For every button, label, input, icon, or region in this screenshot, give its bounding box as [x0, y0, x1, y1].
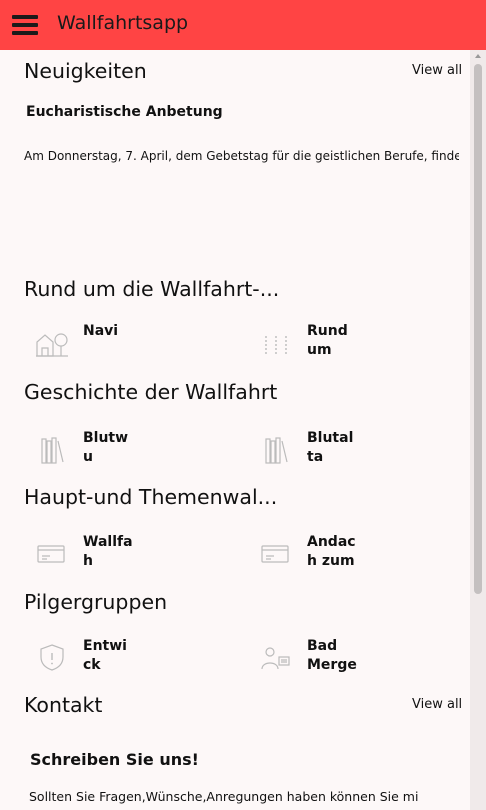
tile-wallfahrt[interactable]: Wallfah [24, 533, 224, 573]
tile-rund-um-die[interactable]: Rund um die [248, 322, 448, 362]
person-desk-icon [261, 647, 290, 670]
tile-blutaltar[interactable]: Blutalta [248, 429, 448, 469]
tile-label: Andach zum [307, 534, 356, 569]
tile-label: Blutalta [307, 430, 354, 465]
tile-label: Bad Mergen [307, 638, 357, 677]
app-bar: Wallfahrtsapp [0, 0, 486, 50]
tile-navi[interactable]: Navi [24, 322, 224, 362]
news-item-body: Am Donnerstag, 7. April, dem Gebetstag f… [24, 149, 459, 163]
tile-blutwunder[interactable]: Blutwu [24, 429, 224, 469]
tile-bad-mergentheim[interactable]: Bad Mergen [248, 637, 448, 677]
news-item-title: Eucharistische Anbetung [26, 104, 223, 120]
books-icon [41, 437, 64, 464]
shield-info-icon [40, 644, 64, 671]
hamburger-menu-icon[interactable] [12, 15, 38, 35]
id-card-icon [37, 545, 65, 563]
tile-entwicklung[interactable]: Entwick [24, 637, 224, 677]
app-title: Wallfahrtsapp [57, 12, 189, 34]
id-card-icon [261, 545, 289, 563]
contact-item-title: Schreiben Sie uns! [30, 750, 199, 769]
contact-section-title: Kontakt [24, 693, 103, 717]
tile-label: Navi [83, 323, 119, 339]
news-section-title: Neuigkeiten [24, 59, 147, 83]
dotted-list-icon [265, 336, 287, 356]
house-tree-icon [36, 333, 68, 357]
main-content: Neuigkeiten View all Eucharistische Anbe… [0, 50, 470, 810]
contact-view-all-link[interactable]: View all [412, 697, 462, 712]
section-title-pilgergruppen[interactable]: Pilgergruppen [24, 590, 167, 614]
section-title-rund-um[interactable]: Rund um die Wallfahrt-... [24, 277, 279, 301]
books-icon [265, 437, 288, 464]
tile-label: Blutwu [83, 430, 129, 465]
tile-label: Wallfah [83, 534, 133, 569]
scroll-up-arrow-icon[interactable] [475, 54, 481, 58]
section-title-geschichte[interactable]: Geschichte der Wallfahrt [24, 380, 277, 404]
vertical-scrollbar[interactable] [470, 50, 486, 810]
contact-item-body: Sollten Sie Fragen,Wünsche,Anregungen ha… [29, 789, 419, 804]
news-view-all-link[interactable]: View all [412, 63, 462, 78]
tile-andacht-zum[interactable]: Andach zum [248, 533, 448, 573]
tile-label: Entwick [83, 638, 127, 673]
tile-label: Rund um die [307, 323, 348, 362]
scroll-thumb[interactable] [474, 64, 482, 594]
section-title-haupt-themen[interactable]: Haupt-und Themenwal... [24, 485, 277, 509]
